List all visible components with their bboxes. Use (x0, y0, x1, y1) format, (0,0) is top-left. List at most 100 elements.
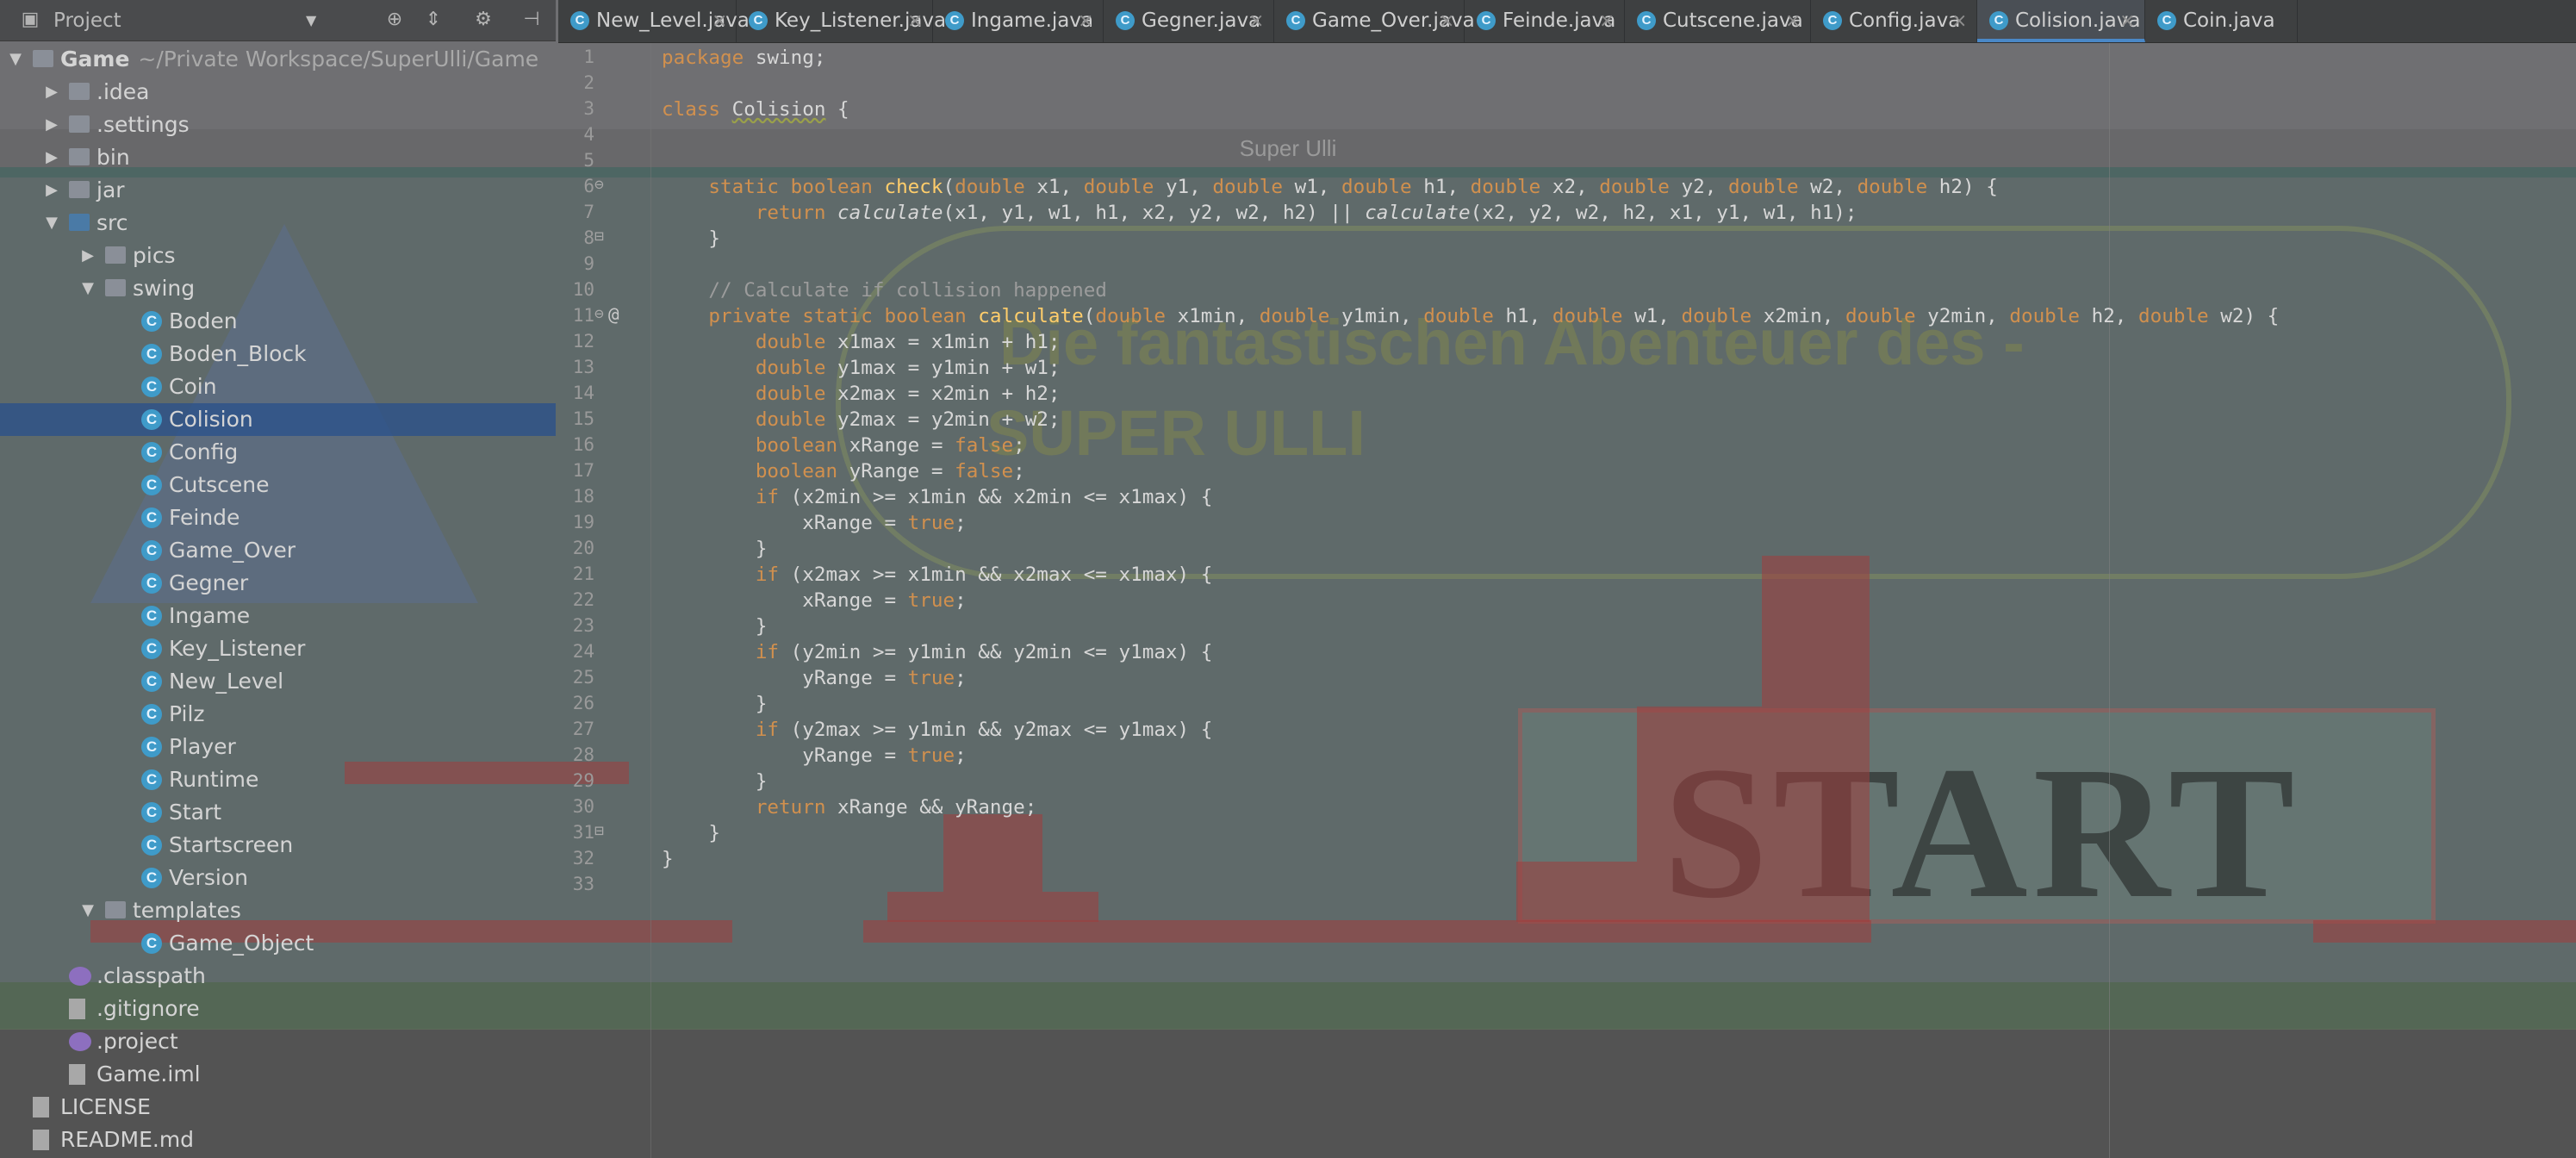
tree-item-boden[interactable]: C Boden (0, 305, 556, 338)
tree-item-project[interactable]: .project (0, 1025, 556, 1058)
tab-feinde[interactable]: C Feinde.java × (1465, 0, 1625, 42)
expand-arrow-icon[interactable]: ▼ (79, 272, 96, 305)
tree-item-game[interactable]: ▼ Game ~/Private Workspace/SuperUlli/Game (0, 43, 556, 76)
tree-item-idea[interactable]: ▶ .idea (0, 76, 556, 109)
fold-end-icon[interactable]: ⊟ (594, 227, 604, 246)
close-icon[interactable]: × (2119, 0, 2135, 42)
scroll-from-source-icon[interactable]: ⊕ (383, 9, 406, 31)
collapse-all-icon[interactable]: ⇕ (422, 9, 445, 31)
hide-panel-icon[interactable]: ⊣ (520, 9, 543, 31)
collapse-arrow-icon[interactable]: ▶ (43, 109, 60, 141)
tree-item-gitignore[interactable]: .gitignore (0, 993, 556, 1025)
code-token: x1max = x1min + h1; (837, 331, 1061, 353)
tree-item-cutscene[interactable]: C Cutscene (0, 469, 556, 501)
tree-item-bin[interactable]: ▶ bin (0, 141, 556, 174)
tree-item-label: .gitignore (96, 996, 200, 1021)
tree-item-startscreen[interactable]: C Startscreen (0, 829, 556, 862)
code-token: ; (955, 589, 967, 612)
tree-item-pics[interactable]: ▶ pics (0, 240, 556, 272)
close-icon[interactable]: × (1248, 0, 1264, 42)
tree-item-new-level[interactable]: C New_Level (0, 665, 556, 698)
code-token: ( (1083, 305, 1096, 327)
collapse-arrow-icon[interactable]: ▶ (43, 174, 60, 207)
java-class-icon: C (141, 638, 162, 659)
tree-item-src[interactable]: ▼ src (0, 207, 556, 240)
tree-item-label: Key_Listener (169, 636, 306, 661)
tree-item-game-iml[interactable]: Game.iml (0, 1058, 556, 1091)
tree-item-ingame[interactable]: C Ingame (0, 600, 556, 632)
close-icon[interactable]: × (1078, 0, 1093, 42)
project-view-icon[interactable]: ▣ (19, 9, 41, 31)
close-icon[interactable]: × (712, 0, 727, 42)
code-token: ( (943, 176, 955, 198)
tree-item-start[interactable]: C Start (0, 796, 556, 829)
line-number: 31 (572, 822, 594, 843)
chevron-down-icon[interactable]: ▼ (306, 0, 316, 41)
tree-item-jar[interactable]: ▶ jar (0, 174, 556, 207)
line-number: 21 (572, 563, 594, 584)
code-token: private static boolean (708, 305, 979, 327)
tree-item-settings[interactable]: ▶ .settings (0, 109, 556, 141)
code-line: double x2max = x2min + h2; (662, 381, 1061, 407)
tab-coin[interactable]: C Coin.java (2145, 0, 2298, 42)
fold-method-icon[interactable]: ⊖ (594, 176, 604, 194)
expand-arrow-icon[interactable]: ▼ (43, 207, 60, 240)
tree-item-coin[interactable]: C Coin (0, 370, 556, 403)
tree-item-templates[interactable]: ▼ templates (0, 894, 556, 927)
tree-item-label: templates (133, 898, 241, 923)
close-icon[interactable]: × (1439, 0, 1454, 42)
close-icon[interactable]: × (1599, 0, 1615, 42)
tree-item-readme-md[interactable]: README.md (0, 1124, 556, 1156)
fold-end-icon[interactable]: ⊟ (594, 822, 604, 840)
override-marker-icon[interactable]: @ (608, 304, 619, 325)
tab-colision[interactable]: C Colision.java × (1977, 0, 2145, 42)
tab-new-level[interactable]: C New_Level.java × (558, 0, 750, 42)
fold-method-icon[interactable]: ⊖ (594, 305, 604, 323)
tree-item-key-listener[interactable]: C Key_Listener (0, 632, 556, 665)
collapse-arrow-icon[interactable]: ▶ (43, 76, 60, 109)
tree-item-feinde[interactable]: C Feinde (0, 501, 556, 534)
tree-item-label: Player (169, 734, 236, 759)
line-number: 4 (583, 124, 594, 145)
tab-game-over[interactable]: C Game_Over.java × (1274, 0, 1475, 42)
close-icon[interactable]: × (907, 0, 923, 42)
tab-cutscene[interactable]: C Cutscene.java × (1625, 0, 1811, 42)
tree-item-version[interactable]: C Version (0, 862, 556, 894)
tree-item-license[interactable]: LICENSE (0, 1091, 556, 1124)
tree-item-label: LICENSE (60, 1094, 151, 1119)
expand-arrow-icon[interactable]: ▼ (79, 894, 96, 927)
java-class-icon: C (2157, 11, 2176, 30)
code-line: } (662, 691, 768, 717)
expand-arrow-icon[interactable]: ▼ (7, 43, 24, 76)
tree-item-game-over[interactable]: C Game_Over (0, 534, 556, 567)
close-icon[interactable]: × (1951, 0, 1967, 42)
folder-icon (69, 83, 90, 100)
line-number: 15 (572, 408, 594, 429)
tree-item-boden-block[interactable]: C Boden_Block (0, 338, 556, 370)
tree-item-pilz[interactable]: C Pilz (0, 698, 556, 731)
tree-item-colision[interactable]: C Colision (0, 403, 556, 436)
tree-item-classpath[interactable]: .classpath (0, 960, 556, 993)
project-view-selector[interactable]: Project (53, 0, 121, 41)
java-class-icon: C (141, 704, 162, 725)
collapse-arrow-icon[interactable]: ▶ (79, 240, 96, 272)
tree-item-swing[interactable]: ▼ swing (0, 272, 556, 305)
code-line: private static boolean calculate(double … (662, 303, 2279, 329)
line-number: 16 (572, 434, 594, 455)
tree-item-gegner[interactable]: C Gegner (0, 567, 556, 600)
tab-key-listener[interactable]: C Key_Listener.java × (737, 0, 946, 42)
tree-item-label: bin (96, 145, 130, 170)
tree-item-runtime[interactable]: C Runtime (0, 763, 556, 796)
tree-item-player[interactable]: C Player (0, 731, 556, 763)
line-number: 19 (572, 512, 594, 532)
tree-item-game-object[interactable]: C Game_Object (0, 927, 556, 960)
gear-icon[interactable]: ⚙ (472, 9, 495, 31)
close-icon[interactable]: × (1785, 0, 1801, 42)
tab-config[interactable]: C Config.java × (1811, 0, 1977, 42)
tab-ingame[interactable]: C Ingame.java × (933, 0, 1104, 42)
tree-item-config[interactable]: C Config (0, 436, 556, 469)
collapse-arrow-icon[interactable]: ▶ (43, 141, 60, 174)
tab-gegner[interactable]: C Gegner.java × (1104, 0, 1274, 42)
